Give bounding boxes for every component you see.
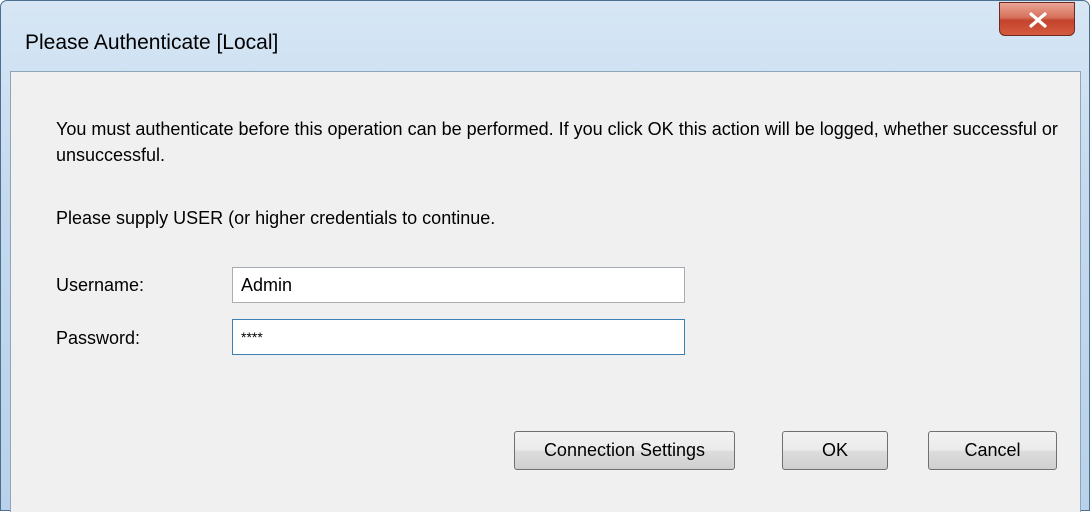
close-button[interactable] — [999, 2, 1075, 36]
title-bar[interactable]: Please Authenticate [Local] — [1, 1, 1089, 71]
username-field[interactable] — [232, 267, 685, 303]
connection-settings-button[interactable]: Connection Settings — [514, 431, 735, 470]
cancel-button[interactable]: Cancel — [928, 431, 1057, 470]
username-label: Username: — [56, 275, 145, 295]
dialog-body: You must authenticate before this operat… — [10, 71, 1081, 512]
window-title: Please Authenticate [Local] — [25, 31, 279, 54]
auth-message: You must authenticate before this operat… — [56, 119, 1058, 165]
close-icon — [1029, 12, 1047, 28]
credentials-prompt: Please supply USER (or higher credential… — [56, 208, 496, 228]
ok-button[interactable]: OK — [782, 431, 888, 470]
password-field[interactable] — [232, 319, 685, 355]
password-label: Password: — [56, 328, 141, 348]
authenticate-dialog: Please Authenticate [Local] You must aut… — [0, 0, 1090, 512]
